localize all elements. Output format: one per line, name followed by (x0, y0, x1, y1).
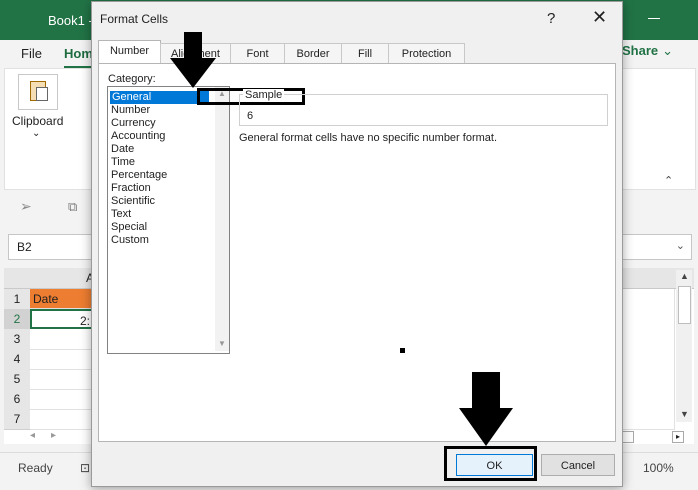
category-item-accounting[interactable]: Accounting (111, 130, 211, 143)
horizontal-scrollbar[interactable]: ▸ (622, 431, 692, 443)
cell[interactable] (30, 329, 95, 350)
scroll-right-icon[interactable]: ▸ (672, 431, 684, 443)
cell-a2[interactable]: 2: (30, 309, 94, 329)
cell[interactable] (622, 289, 675, 310)
row-header[interactable]: 5 (4, 369, 30, 390)
category-item-currency[interactable]: Currency (111, 117, 211, 130)
minimize-icon[interactable] (648, 18, 660, 19)
row-header[interactable]: 2 (4, 309, 30, 330)
tab-fill[interactable]: Fill (341, 43, 389, 64)
paste-icon[interactable] (18, 74, 58, 110)
workbook-title: Book1 - (48, 13, 93, 28)
name-box[interactable]: B2 (8, 234, 96, 260)
category-list-scrollbar[interactable]: ▲ ▼ (215, 87, 229, 351)
table-icon[interactable]: ⧉ (68, 199, 77, 215)
help-button[interactable]: ? (547, 10, 555, 27)
cell[interactable] (30, 409, 95, 430)
share-button[interactable]: Share ⌄ (622, 43, 673, 59)
cell[interactable] (622, 369, 675, 390)
scroll-down-icon[interactable]: ▼ (218, 339, 226, 348)
send-icon[interactable]: ➢ (20, 198, 32, 215)
scrollbar-thumb[interactable] (678, 286, 691, 324)
arrow-down-icon (459, 372, 513, 446)
tab-number[interactable]: Number (98, 40, 161, 65)
collapse-ribbon-icon[interactable]: ⌃ (664, 174, 673, 187)
chevron-down-icon: ⌄ (662, 43, 674, 58)
sheet-nav-arrows-icon[interactable]: ◂▸ (30, 430, 72, 441)
category-item-number[interactable]: Number (111, 104, 211, 117)
tab-font[interactable]: Font (230, 43, 285, 64)
cell[interactable] (30, 389, 95, 410)
name-box-value: B2 (17, 240, 32, 254)
cell[interactable] (622, 329, 675, 350)
category-item-special[interactable]: Special (111, 221, 211, 234)
zoom-level[interactable]: 100% (643, 461, 674, 475)
tab-border[interactable]: Border (284, 43, 342, 64)
category-item-text[interactable]: Text (111, 208, 211, 221)
cell[interactable] (622, 409, 675, 430)
category-item-time[interactable]: Time (111, 156, 211, 169)
cell[interactable] (622, 309, 675, 330)
row-header[interactable]: 4 (4, 349, 30, 370)
format-description: General format cells have no specific nu… (239, 132, 498, 144)
vertical-scrollbar[interactable]: ▲ ▼ (676, 270, 692, 422)
accessibility-icon[interactable]: ⊡ (80, 461, 90, 475)
dialog-title: Format Cells (100, 12, 169, 26)
category-item-percentage[interactable]: Percentage (111, 169, 211, 182)
clipboard-group-label: Clipboard (12, 114, 64, 128)
status-ready: Ready (18, 461, 53, 475)
clipboard-paper-icon (36, 87, 48, 101)
row-header[interactable]: 1 (4, 289, 30, 310)
category-item-scientific[interactable]: Scientific (111, 195, 211, 208)
ok-highlight-box (444, 446, 537, 481)
chevron-down-icon[interactable]: ⌄ (32, 128, 40, 139)
cell[interactable] (30, 369, 95, 390)
category-list[interactable]: General Number Currency Accounting Date … (107, 86, 230, 354)
share-label: Share (622, 43, 659, 58)
scrollbar-thumb[interactable] (622, 431, 634, 443)
cell[interactable] (622, 349, 675, 370)
cancel-button[interactable]: Cancel (541, 454, 615, 476)
chevron-down-icon[interactable]: ⌄ (676, 239, 685, 252)
close-icon[interactable]: ✕ (592, 7, 607, 28)
category-item-custom[interactable]: Custom (111, 234, 211, 247)
category-item-date[interactable]: Date (111, 143, 211, 156)
scroll-up-icon[interactable]: ▲ (680, 271, 689, 281)
category-label: Category: (108, 73, 156, 85)
tab-file[interactable]: File (21, 46, 42, 61)
category-item-fraction[interactable]: Fraction (111, 182, 211, 195)
scroll-down-icon[interactable]: ▼ (680, 409, 689, 419)
category-item-general[interactable]: General (110, 91, 209, 104)
annotation-dot (400, 348, 405, 353)
sample-label: Sample (243, 89, 285, 101)
row-header[interactable]: 6 (4, 389, 30, 410)
row-header[interactable]: 7 (4, 409, 30, 430)
sample-frame (239, 94, 608, 126)
sample-value: 6 (247, 110, 254, 122)
arrow-down-icon (170, 32, 216, 88)
row-header[interactable]: 3 (4, 329, 30, 350)
formula-bar[interactable]: ⌄ (616, 234, 692, 260)
cell[interactable] (30, 349, 95, 370)
cell-a1[interactable]: Date (30, 289, 94, 309)
cell[interactable] (622, 389, 675, 410)
tab-protection[interactable]: Protection (388, 43, 465, 64)
